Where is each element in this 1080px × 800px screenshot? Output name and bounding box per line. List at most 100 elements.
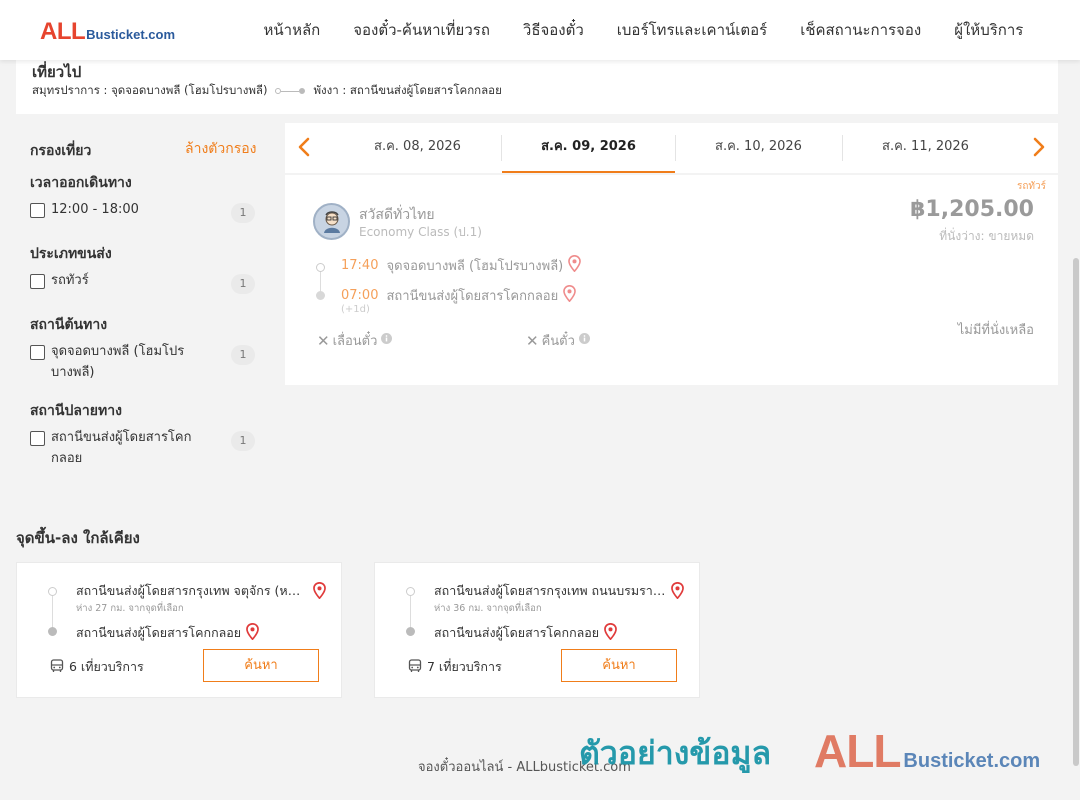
trip-title: เที่ยวไป	[32, 63, 82, 81]
nav-how-to-book[interactable]: วิธีจองตั๋ว	[506, 18, 600, 42]
nearby-section-title: จุดขึ้น-ลง ใกล้เคียง	[16, 529, 140, 547]
vehicle-type-tag: รถทัวร์	[1016, 181, 1046, 192]
chevron-left-icon[interactable]	[293, 135, 317, 159]
trip-summary: เที่ยวไป สมุทรปราการ : จุดจอดบางพลี (โฮม…	[16, 56, 1058, 114]
search-button[interactable]: ค้นหา	[203, 649, 319, 682]
departure-time: 17:40	[341, 258, 379, 273]
filter-group-title: สถานีต้นทาง	[30, 317, 108, 333]
date-tab[interactable]: ส.ค. 11, 2026	[843, 123, 1008, 173]
filter-group-title: ประเภทขนส่ง	[30, 246, 112, 262]
count-badge: 1	[231, 274, 255, 294]
filter-option-vehicle-type[interactable]: รถทัวร์ 1	[30, 272, 255, 294]
x-icon: ✕	[526, 331, 539, 350]
map-pin-icon[interactable]	[671, 581, 684, 603]
nearby-distance: ห่าง 27 กม. จากจุดที่เลือก	[76, 603, 184, 614]
watermark-text: ตัวอย่างข้อมูล	[579, 734, 772, 772]
filter-heading: กรองเที่ยว	[30, 143, 92, 159]
info-icon[interactable]	[578, 333, 590, 348]
next-day-indicator: (+1d)	[341, 304, 370, 315]
timeline-line	[410, 592, 411, 630]
search-button[interactable]: ค้นหา	[561, 649, 677, 682]
departure-stop-row: 17:40 จุดจอดบางพลี (โฮมโปรบางพลี)	[341, 255, 582, 276]
filter-group-title: สถานีปลายทาง	[30, 403, 122, 419]
trip-destination: พังงา : สถานีขนส่งผู้โดยสารโคกกลอย	[313, 83, 502, 97]
nearby-destination: สถานีขนส่งผู้โดยสารโคกกลอย	[76, 625, 242, 640]
main-nav: หน้าหลัก จองตั๋ว-ค้นหาเที่ยวรถ วิธีจองตั…	[247, 0, 1040, 60]
site-logo[interactable]: ALL Busticket.com	[40, 18, 175, 46]
bus-icon	[408, 658, 422, 676]
checkbox[interactable]	[30, 203, 45, 218]
map-pin-icon[interactable]	[563, 285, 577, 306]
reschedule-label: เลื่อนตั๋ว	[332, 334, 378, 349]
nav-contact-counters[interactable]: เบอร์โทรและเคาน์เตอร์	[600, 18, 783, 42]
nav-operators[interactable]: ผู้ให้บริการ	[938, 18, 1040, 42]
reschedule-policy[interactable]: ✕ เลื่อนตั๋ว	[317, 330, 393, 351]
timeline-line	[52, 592, 53, 630]
nearby-origin: สถานีขนส่งผู้โดยสารกรุงเทพ จตุจักร (หมอช…	[76, 583, 308, 598]
map-pin-icon[interactable]	[313, 581, 326, 603]
timeline-start-dot	[406, 587, 415, 596]
checkbox[interactable]	[30, 345, 45, 360]
nearby-origin: สถานีขนส่งผู้โดยสารกรุงเทพ ถนนบรมราชชนนี…	[434, 583, 666, 598]
trip-result-card[interactable]: รถทัวร์ สวัสดีทั่วไทย Economy Class (ป.1…	[285, 175, 1058, 385]
bus-icon	[50, 658, 64, 676]
nearby-destination-row: สถานีขนส่งผู้โดยสารโคกกลอย	[434, 622, 618, 643]
top-navbar: ALL Busticket.com หน้าหลัก จองตั๋ว-ค้นหา…	[0, 0, 1080, 60]
no-seats-label: ไม่มีที่นั่งเหลือ	[957, 323, 1034, 338]
refund-label: คืนตั๋ว	[541, 334, 575, 349]
filter-group-title: เวลาออกเดินทาง	[30, 175, 132, 191]
x-icon: ✕	[317, 331, 330, 350]
trip-count-row: 7 เที่ยวบริการ	[408, 657, 502, 677]
arrival-stop-row: 07:00 สถานีขนส่งผู้โดยสารโคกกลอย	[341, 285, 577, 306]
date-tab[interactable]: ส.ค. 08, 2026	[335, 123, 500, 173]
timeline-end-dot	[406, 627, 415, 636]
nearby-route-card: สถานีขนส่งผู้โดยสารกรุงเทพ จตุจักร (หมอช…	[16, 562, 342, 698]
trip-count: 6 เที่ยวบริการ	[69, 659, 144, 674]
nearby-destination-row: สถานีขนส่งผู้โดยสารโคกกลอย	[76, 622, 260, 643]
scrollbar-thumb[interactable]	[1073, 258, 1079, 766]
filter-option-origin-station[interactable]: จุดจอดบางพลี (โฮมโปรบางพลี) 1	[30, 343, 255, 383]
trip-origin: สมุทรปราการ : จุดจอดบางพลี (โฮมโปรบางพลี…	[32, 83, 268, 97]
checkbox[interactable]	[30, 431, 45, 446]
chevron-right-icon[interactable]	[1026, 135, 1050, 159]
arrival-stop: สถานีขนส่งผู้โดยสารโคกกลอย	[386, 289, 559, 304]
trip-count-row: 6 เที่ยวบริการ	[50, 657, 144, 677]
count-badge: 1	[231, 345, 255, 365]
timeline-start-dot	[316, 263, 325, 272]
bus-class: Economy Class (ป.1)	[359, 225, 482, 239]
operator-logo	[313, 203, 350, 240]
nav-check-booking[interactable]: เช็คสถานะการจอง	[784, 18, 938, 42]
map-pin-icon[interactable]	[604, 622, 618, 643]
date-tab-active[interactable]: ส.ค. 09, 2026	[502, 123, 675, 173]
date-tabs: ส.ค. 08, 2026 ส.ค. 09, 2026 ส.ค. 10, 202…	[285, 123, 1058, 173]
filter-option-departure-time[interactable]: 12:00 - 18:00 1	[30, 201, 255, 223]
filter-option-label: 12:00 - 18:00	[51, 202, 139, 217]
filter-option-label: รถทัวร์	[51, 273, 89, 288]
watermark-logo-primary: ALL	[814, 725, 901, 777]
refund-policy[interactable]: ✕ คืนตั๋ว	[526, 330, 590, 351]
trip-count: 7 เที่ยวบริการ	[427, 659, 502, 674]
filter-option-label: จุดจอดบางพลี (โฮมโปรบางพลี)	[51, 344, 185, 380]
trip-route: สมุทรปราการ : จุดจอดบางพลี (โฮมโปรบางพลี…	[32, 82, 502, 100]
logo-primary: ALL	[40, 18, 86, 45]
count-badge: 1	[231, 431, 255, 451]
nearby-route-card: สถานีขนส่งผู้โดยสารกรุงเทพ ถนนบรมราชชนนี…	[374, 562, 700, 698]
ticket-price: ฿1,205.00	[910, 197, 1034, 222]
clear-filter-link[interactable]: ล้างตัวกรอง	[185, 138, 256, 160]
filter-option-destination-station[interactable]: สถานีขนส่งผู้โดยสารโคกกลอย 1	[30, 429, 255, 469]
info-icon[interactable]	[381, 333, 393, 348]
route-connector-icon	[275, 88, 306, 94]
map-pin-icon[interactable]	[568, 255, 582, 276]
nav-book-search[interactable]: จองตั๋ว-ค้นหาเที่ยวรถ	[337, 18, 507, 42]
timeline-start-dot	[48, 587, 57, 596]
watermark-logo: ALL Busticket.com	[814, 724, 1040, 778]
map-pin-icon[interactable]	[246, 622, 260, 643]
seat-availability: ที่นั่งว่าง: ขายหมด	[939, 229, 1034, 243]
watermark-logo-secondary: Busticket.com	[903, 750, 1041, 772]
date-tab[interactable]: ส.ค. 10, 2026	[676, 123, 841, 173]
logo-secondary: Busticket.com	[86, 27, 176, 42]
nearby-destination: สถานีขนส่งผู้โดยสารโคกกลอย	[434, 625, 600, 640]
timeline-end-dot	[316, 291, 325, 300]
checkbox[interactable]	[30, 274, 45, 289]
nav-home[interactable]: หน้าหลัก	[247, 18, 337, 42]
